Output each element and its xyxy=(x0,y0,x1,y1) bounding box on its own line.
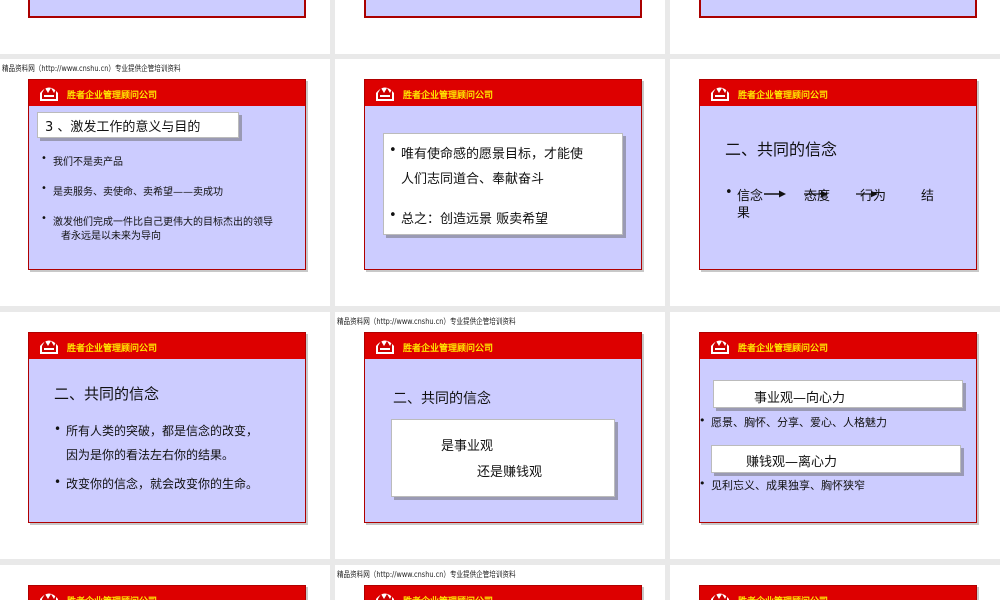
company-name: 胜者企业管理顾问公司 xyxy=(67,594,157,600)
slide-thumbnail-4[interactable]: 胜者企业管理顾问公司 二、共同的信念 所有人类的突破，都是信念的改变， 因为是你… xyxy=(28,332,306,523)
slide-thumbnail-3[interactable]: 胜者企业管理顾问公司 二、共同的信念 信念 态度 行为 结 果 xyxy=(699,79,977,270)
bullet-item: 我们不是卖产品 xyxy=(41,153,123,168)
slide-header: 胜者企业管理顾问公司 xyxy=(365,333,641,359)
slide-header: 胜者企业管理顾问公司 xyxy=(365,586,641,600)
bullet-item: 改变你的信念，就会改变你的生命。 xyxy=(54,475,258,492)
bullet-item: 唯有使命感的愿景目标，才能使 xyxy=(389,143,583,162)
company-logo-icon xyxy=(40,340,58,354)
bullet-item: 是卖服务、卖使命、卖希望——卖成功 xyxy=(41,183,223,198)
slide-thumbnail-partial[interactable] xyxy=(28,0,306,18)
slide-header: 胜者企业管理顾问公司 xyxy=(700,586,976,600)
money-view-label: 赚钱观—离心力 xyxy=(746,455,838,470)
company-name: 胜者企业管理顾问公司 xyxy=(403,91,494,101)
bullet-item-continuation: 人们志同道合、奉献奋斗 xyxy=(401,172,545,187)
company-name: 胜者企业管理顾问公司 xyxy=(67,344,158,354)
company-logo-icon xyxy=(711,87,729,101)
slide-header: 胜者企业管理顾问公司 xyxy=(365,80,641,106)
company-name: 胜者企业管理顾问公司 xyxy=(403,594,493,600)
company-logo-icon xyxy=(376,87,394,101)
slide-thumbnail-2[interactable]: 胜者企业管理顾问公司 唯有使命感的愿景目标，才能使 人们志同道合、奉献奋斗 总之… xyxy=(364,79,642,270)
question-line-2: 还是赚钱观 xyxy=(477,465,543,480)
slide-thumbnail-partial[interactable]: 胜者企业管理顾问公司 xyxy=(699,585,977,600)
bullet-item: 激发他们完成一件比自己更伟大的目标杰出的领导 xyxy=(41,213,273,228)
watermark-text: 精品资料网（http://www.cnshu.cn）专业提供企管培训资料 xyxy=(337,570,516,579)
slide-thumbnail-5[interactable]: 胜者企业管理顾问公司 二、共同的信念 是事业观 还是赚钱观 xyxy=(364,332,642,523)
slide-title: 二、共同的信念 xyxy=(54,385,160,403)
bullet-item: 总之：创造远景 贩卖希望 xyxy=(389,208,548,227)
arrow-right-icon xyxy=(856,190,878,198)
slide-title: 3 、激发工作的意义与目的 xyxy=(45,120,201,135)
career-view-label: 事业观—向心力 xyxy=(754,391,846,406)
watermark-text: 精品资料网（http://www.cnshu.cn）专业提供企管培训资料 xyxy=(337,317,516,326)
result-word: 结 xyxy=(921,189,935,204)
bullet-item: 愿景、胸怀、分享、爱心、人格魅力 xyxy=(700,414,887,430)
slide-header: 胜者企业管理顾问公司 xyxy=(700,333,976,359)
company-logo-icon xyxy=(40,593,58,600)
slide-thumbnail-1[interactable]: 胜者企业管理顾问公司 3 、激发工作的意义与目的 我们不是卖产品 是卖服务、卖使… xyxy=(28,79,306,270)
slide-thumbnail-partial[interactable]: 胜者企业管理顾问公司 xyxy=(364,585,642,600)
bullet-item: 见利忘义、成果独享、胸怀狭窄 xyxy=(700,477,865,493)
company-name: 胜者企业管理顾问公司 xyxy=(67,91,158,101)
company-logo-icon xyxy=(711,593,729,600)
company-logo-icon xyxy=(711,340,729,354)
company-name: 胜者企业管理顾问公司 xyxy=(738,91,829,101)
arrow-right-icon xyxy=(804,190,828,198)
slide-header: 胜者企业管理顾问公司 xyxy=(29,80,305,106)
slide-header: 胜者企业管理顾问公司 xyxy=(29,586,305,600)
bullet-item-continuation: 者永远是以未来为导向 xyxy=(61,231,161,242)
content-box xyxy=(391,419,615,497)
company-logo-icon xyxy=(40,87,58,101)
result-word-continuation: 果 xyxy=(737,206,751,221)
slide-title: 二、共同的信念 xyxy=(393,391,491,407)
bullet-item: 所有人类的突破，都是信念的改变， xyxy=(54,422,258,439)
slide-thumbnail-partial[interactable] xyxy=(699,0,977,18)
company-name: 胜者企业管理顾问公司 xyxy=(738,594,828,600)
bullet-item-continuation: 因为是你的看法左右你的结果。 xyxy=(66,448,235,462)
slide-header: 胜者企业管理顾问公司 xyxy=(29,333,305,359)
company-name: 胜者企业管理顾问公司 xyxy=(738,344,829,354)
slide-thumbnail-partial[interactable]: 胜者企业管理顾问公司 xyxy=(28,585,306,600)
watermark-text: 精品资料网（http://www.cnshu.cn）专业提供企管培训资料 xyxy=(2,64,181,73)
slide-header: 胜者企业管理顾问公司 xyxy=(700,80,976,106)
slide-sorter-page: 精品资料网（http://www.cnshu.cn）专业提供企管培训资料 胜者企… xyxy=(0,0,1000,600)
arrow-right-icon xyxy=(764,190,786,198)
company-logo-icon xyxy=(376,340,394,354)
slide-thumbnail-partial[interactable] xyxy=(364,0,642,18)
slide-title: 二、共同的信念 xyxy=(725,140,838,159)
question-line-1: 是事业观 xyxy=(441,439,494,454)
slide-thumbnail-6[interactable]: 胜者企业管理顾问公司 事业观—向心力 愿景、胸怀、分享、爱心、人格魅力 赚钱观—… xyxy=(699,332,977,523)
company-name: 胜者企业管理顾问公司 xyxy=(403,344,494,354)
company-logo-icon xyxy=(376,593,394,600)
